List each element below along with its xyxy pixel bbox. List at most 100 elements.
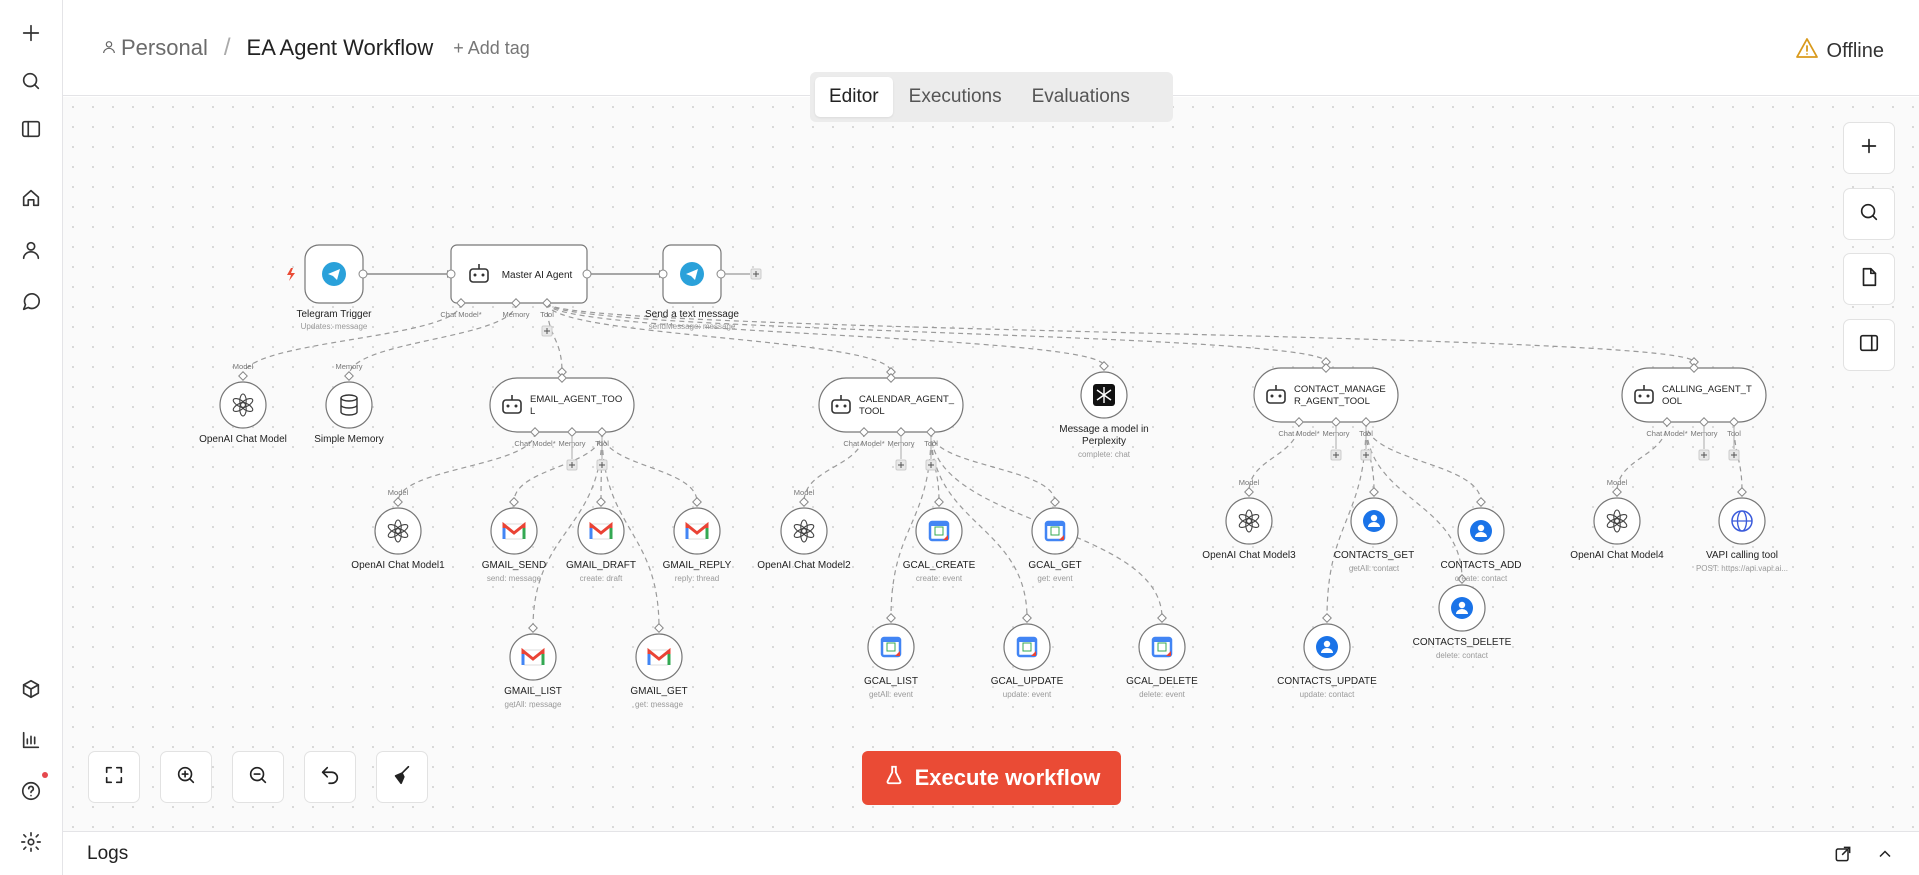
sub-connection[interactable] — [1365, 421, 1482, 503]
sub-connection[interactable] — [348, 302, 517, 377]
add-sub-node[interactable] — [566, 459, 578, 471]
logs-label[interactable]: Logs — [87, 843, 128, 865]
input-port[interactable] — [238, 371, 248, 381]
input-port[interactable] — [528, 623, 538, 633]
input-port[interactable] — [446, 269, 456, 279]
gear-icon[interactable] — [14, 825, 48, 859]
node-shape[interactable] — [1253, 367, 1399, 423]
cube-icon[interactable] — [14, 672, 48, 706]
input-port[interactable] — [1369, 487, 1379, 497]
node-telegram-trigger[interactable]: Telegram Trigger Updates: message — [296, 244, 372, 331]
node-contacts-delete[interactable]: CONTACTS_DELETE delete: contact — [1413, 584, 1512, 660]
workflow-name[interactable]: EA Agent Workflow — [247, 35, 434, 61]
node-shape[interactable] — [219, 381, 267, 429]
add-node-button[interactable] — [1843, 122, 1895, 174]
add-next-node[interactable] — [750, 268, 762, 280]
node-gcal-create[interactable]: GCAL_CREATE create: event — [903, 507, 976, 583]
node-vapi[interactable]: VAPI calling tool POST: https://api.vapi.… — [1696, 497, 1788, 573]
input-port[interactable] — [1612, 487, 1622, 497]
open-external-icon[interactable] — [1831, 842, 1855, 866]
output-port[interactable] — [582, 269, 592, 279]
add-sub-node[interactable] — [1728, 449, 1740, 461]
input-port[interactable] — [1157, 613, 1167, 623]
node-master-agent[interactable]: Master AI Agent Chat Model* Memory Tool — [440, 244, 592, 319]
input-port[interactable] — [1737, 487, 1747, 497]
node-shape[interactable] — [1225, 497, 1273, 545]
node-email-agent[interactable]: EMAIL_AGENT_TOOLChat Model* Memory Tool — [489, 373, 635, 448]
add-tool-node[interactable] — [541, 325, 553, 337]
add-sub-node[interactable] — [1330, 449, 1342, 461]
help-icon[interactable] — [14, 772, 48, 808]
input-port[interactable] — [886, 613, 896, 623]
tab-executions[interactable]: Executions — [895, 77, 1016, 117]
tab-evaluations[interactable]: Evaluations — [1018, 77, 1144, 117]
node-calling-agent[interactable]: CALLING_AGENT_TOOLChat Model* Memory Tool — [1621, 363, 1767, 438]
node-gmail-reply[interactable]: GMAIL_REPLY reply: thread — [663, 507, 732, 583]
add-sub-node[interactable] — [1698, 449, 1710, 461]
node-contacts-add[interactable]: CONTACTS_ADD create: contact — [1441, 507, 1522, 583]
output-port[interactable] — [716, 269, 726, 279]
node-shape[interactable] — [489, 377, 635, 433]
add-tag-button[interactable]: + Add tag — [453, 38, 530, 59]
input-port[interactable] — [799, 497, 809, 507]
node-shape[interactable] — [818, 377, 964, 433]
input-port[interactable] — [1244, 487, 1254, 497]
add-sub-node[interactable] — [596, 459, 608, 471]
tab-editor[interactable]: Editor — [815, 77, 893, 117]
input-port[interactable] — [934, 497, 944, 507]
input-port[interactable] — [393, 497, 403, 507]
project-link[interactable]: Personal — [121, 35, 208, 61]
input-port[interactable] — [1476, 497, 1486, 507]
workflow-canvas[interactable]: Telegram Trigger Updates: message Master A… — [63, 97, 1919, 831]
user-icon[interactable] — [14, 233, 48, 267]
search-nodes-button[interactable] — [1843, 188, 1895, 240]
input-port[interactable] — [1099, 361, 1109, 371]
sub-connection[interactable] — [601, 431, 698, 503]
input-port[interactable] — [692, 497, 702, 507]
node-gcal-delete[interactable]: GCAL_DELETE delete: event — [1126, 623, 1198, 699]
node-contact-agent[interactable]: CONTACT_MANAGER_AGENT_TOOLChat Model* Mem… — [1253, 363, 1399, 438]
node-gmail-list[interactable]: GMAIL_LIST getAll: message — [504, 633, 562, 709]
input-port[interactable] — [1322, 613, 1332, 623]
add-sub-node[interactable] — [1360, 449, 1372, 461]
output-port[interactable] — [358, 269, 368, 279]
node-contacts-get[interactable]: CONTACTS_GET getAll: contact — [1334, 497, 1414, 573]
search-icon[interactable] — [14, 64, 48, 98]
chevron-up-icon[interactable] — [1873, 842, 1897, 866]
input-port[interactable] — [596, 497, 606, 507]
sticky-note-button[interactable] — [1843, 253, 1895, 305]
node-gmail-draft[interactable]: GMAIL_DRAFT create: draft — [566, 507, 636, 583]
undo-button[interactable] — [304, 751, 356, 803]
workflow-graph[interactable]: Telegram Trigger Updates: message Master A… — [63, 97, 1919, 831]
node-calendar-agent[interactable]: CALENDAR_AGENT_TOOLChat Model* Memory Tool — [818, 373, 964, 448]
panel-icon[interactable] — [14, 112, 48, 146]
input-port[interactable] — [509, 497, 519, 507]
sub-connection[interactable] — [930, 431, 1056, 503]
node-gcal-get[interactable]: GCAL_GET get: event — [1028, 507, 1082, 583]
node-send-text[interactable]: Send a text message sendMessage: message — [645, 244, 739, 331]
add-sub-node[interactable] — [925, 459, 937, 471]
node-gmail-get[interactable]: GMAIL_GET get: message — [630, 633, 688, 709]
node-shape[interactable] — [325, 381, 373, 429]
tidy-up-button[interactable] — [376, 751, 428, 803]
toggle-panel-button[interactable] — [1843, 319, 1895, 371]
home-icon[interactable] — [14, 181, 48, 215]
node-shape[interactable] — [1593, 497, 1641, 545]
input-port[interactable] — [658, 269, 668, 279]
node-gcal-update[interactable]: GCAL_UPDATE update: event — [991, 623, 1064, 699]
node-perplexity[interactable]: Message a model inPerplexity complete: ch… — [1059, 371, 1149, 459]
fit-view-button[interactable] — [88, 751, 140, 803]
zoom-out-button[interactable] — [232, 751, 284, 803]
sub-connection[interactable] — [546, 302, 1105, 367]
input-port[interactable] — [1050, 497, 1060, 507]
node-shape[interactable] — [1621, 367, 1767, 423]
status-indicator[interactable]: Offline — [1795, 36, 1884, 66]
chat-icon[interactable] — [14, 285, 48, 319]
plus-icon[interactable] — [14, 16, 48, 50]
node-shape[interactable] — [374, 507, 422, 555]
add-sub-node[interactable] — [895, 459, 907, 471]
execute-workflow-button[interactable]: Execute workflow — [862, 751, 1121, 805]
input-port[interactable] — [344, 371, 354, 381]
chart-icon[interactable] — [14, 723, 48, 757]
input-port[interactable] — [654, 623, 664, 633]
